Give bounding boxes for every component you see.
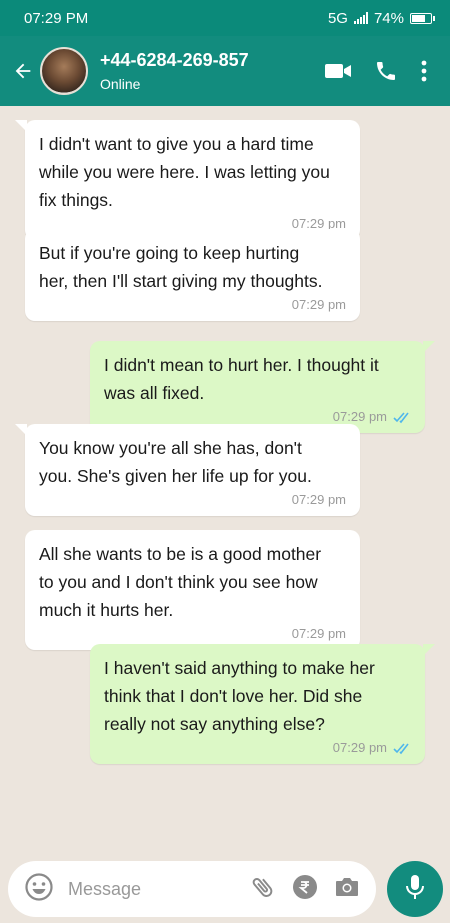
battery-icon — [410, 12, 435, 24]
message-input[interactable]: Message — [68, 879, 250, 900]
read-ticks-icon — [393, 743, 409, 755]
status-bar: 07:29 PM 5G 74% — [0, 0, 450, 36]
camera-icon[interactable] — [334, 875, 360, 904]
contact-status: Online — [100, 76, 141, 92]
rupee-payment-icon[interactable] — [292, 874, 318, 905]
phone-icon[interactable] — [374, 59, 398, 83]
message-composer[interactable]: Message — [8, 861, 376, 917]
contact-name: +44-6284-269-857 — [100, 50, 249, 70]
battery-percent: 74% — [373, 9, 404, 27]
message-text: I haven't said anything to make her thin… — [104, 658, 375, 734]
message-time: 07:29 pm — [291, 492, 346, 507]
battery-fill — [412, 14, 426, 22]
mic-button[interactable] — [387, 861, 443, 917]
message-text: You know you're all she has, don't you. … — [39, 438, 312, 486]
message-time: 07:29 pm — [332, 409, 387, 424]
attach-icon[interactable] — [250, 874, 276, 905]
message-incoming[interactable]: I didn't want to give you a hard time wh… — [15, 120, 360, 240]
message-list[interactable]: I didn't want to give you a hard time wh… — [0, 106, 450, 846]
message-time: 07:29 pm — [291, 626, 346, 641]
more-vert-icon[interactable] — [420, 60, 428, 82]
network-type: 5G — [327, 9, 348, 27]
status-indicators: 5G 74% — [327, 9, 435, 27]
message-text: All she wants to be is a good mother to … — [39, 544, 322, 620]
avatar[interactable] — [40, 47, 88, 95]
message-time: 07:29 pm — [332, 740, 387, 755]
status-time: 07:29 PM — [24, 9, 89, 27]
message-incoming[interactable]: But if you're going to keep hurting her,… — [25, 229, 360, 321]
message-time: 07:29 pm — [291, 297, 346, 312]
signal-icon — [353, 12, 368, 24]
mic-icon — [403, 873, 427, 906]
chat-header: +44-6284-269-857 Online — [0, 36, 450, 106]
message-outgoing[interactable]: I didn't mean to hurt her. I thought it … — [90, 341, 435, 433]
message-outgoing[interactable]: I haven't said anything to make her thin… — [90, 644, 435, 764]
back-arrow-icon[interactable] — [6, 51, 40, 91]
emoji-icon[interactable] — [24, 872, 54, 907]
message-incoming[interactable]: All she wants to be is a good mother to … — [25, 530, 360, 650]
message-text: But if you're going to keep hurting her,… — [39, 243, 323, 291]
video-call-icon[interactable] — [324, 61, 352, 81]
read-ticks-icon — [393, 412, 409, 424]
message-text: I didn't mean to hurt her. I thought it … — [104, 355, 379, 403]
message-text: I didn't want to give you a hard time wh… — [39, 134, 330, 210]
message-incoming[interactable]: You know you're all she has, don't you. … — [15, 424, 360, 516]
contact-info[interactable]: +44-6284-269-857 Online — [100, 50, 324, 92]
